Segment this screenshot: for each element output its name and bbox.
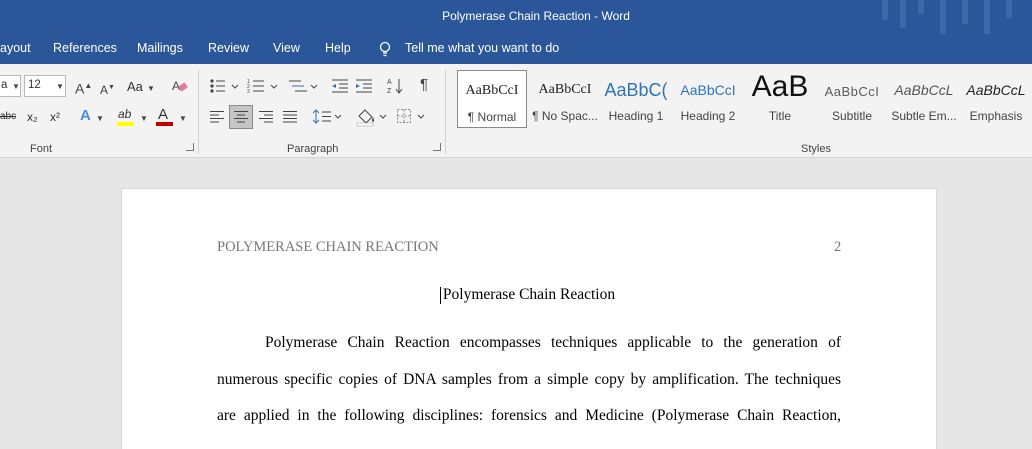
titlebar-decoration xyxy=(984,0,990,34)
chevron-down-icon: ▼ xyxy=(56,82,64,91)
bullets-icon[interactable] xyxy=(209,78,239,94)
style-name: ¶ Normal xyxy=(467,110,517,124)
document-title[interactable]: Polymerase Chain Reaction xyxy=(217,286,841,304)
style-title[interactable]: AaB Title xyxy=(745,70,815,128)
chevron-down-icon[interactable]: ▼ xyxy=(96,113,104,125)
tab-mailings[interactable]: Mailings xyxy=(137,41,183,55)
numbering-icon[interactable]: 1 2 3 xyxy=(247,78,279,94)
text-cursor xyxy=(440,287,441,304)
style-preview: AaBbCcI xyxy=(680,82,736,98)
titlebar-decoration xyxy=(900,0,906,28)
svg-text:A: A xyxy=(172,79,180,93)
body-line[interactable]: are applied in the following disciplines… xyxy=(217,407,841,425)
titlebar-decoration xyxy=(918,0,924,14)
multilevel-list-icon[interactable] xyxy=(287,78,319,94)
paragraph-group-label: Paragraph xyxy=(287,143,339,155)
increase-indent-icon[interactable] xyxy=(355,78,373,94)
style-no-spacing[interactable]: AaBbCcI ¶ No Spac... xyxy=(530,70,600,128)
styles-group-label: Styles xyxy=(801,143,831,155)
font-color-button[interactable]: A xyxy=(158,106,168,123)
style-preview: AaBbCcL xyxy=(966,82,1026,98)
page-number: 2 xyxy=(834,239,842,255)
chevron-down-icon: ▼ xyxy=(12,82,20,91)
style-preview: AaBbCcI xyxy=(538,82,592,97)
shading-icon[interactable] xyxy=(356,107,388,127)
svg-text:3: 3 xyxy=(247,89,250,94)
font-name-value: a xyxy=(1,79,8,91)
sort-icon[interactable]: AZ xyxy=(387,77,405,95)
font-dialog-launcher-icon[interactable] xyxy=(186,143,194,151)
style-emphasis[interactable]: AaBbCcL Emphasis xyxy=(960,70,1032,128)
titlebar-decoration xyxy=(1006,0,1012,18)
style-heading-1[interactable]: AaBbC( Heading 1 xyxy=(601,70,671,128)
body-line[interactable]: Polymerase Chain Reaction encompasses te… xyxy=(217,334,841,352)
ribbon-tab-bar: ayout References Mailings Review View He… xyxy=(0,34,1032,64)
decrease-indent-icon[interactable] xyxy=(331,78,349,94)
tab-layout[interactable]: ayout xyxy=(0,41,31,55)
align-center-button[interactable] xyxy=(229,105,253,129)
chevron-down-icon[interactable]: ▼ xyxy=(179,113,187,125)
style-preview: AaBbCcI xyxy=(465,83,519,98)
highlight-color-bar xyxy=(117,122,134,126)
line-spacing-icon[interactable] xyxy=(313,108,343,126)
text-effects-button[interactable]: A xyxy=(80,107,91,124)
body-line[interactable]: numerous specific copies of DNA samples … xyxy=(217,371,841,389)
style-normal[interactable]: AaBbCcI ¶ Normal xyxy=(457,70,527,128)
style-subtle-emphasis[interactable]: AaBbCcL Subtle Em... xyxy=(889,70,959,128)
change-case-button[interactable]: Aa xyxy=(127,79,143,94)
running-head: POLYMERASE CHAIN REACTION xyxy=(217,239,439,255)
justify-icon[interactable] xyxy=(282,110,298,124)
style-preview: AaB xyxy=(751,70,809,103)
subscript-button[interactable]: x₂ xyxy=(27,110,38,124)
window-title: Polymerase Chain Reaction - Word xyxy=(442,9,630,23)
titlebar-decoration xyxy=(882,0,888,20)
font-color-bar xyxy=(156,122,173,126)
tab-help[interactable]: Help xyxy=(325,41,351,55)
font-size-box[interactable]: 12 ▼ xyxy=(24,75,66,97)
style-preview: AaBbC( xyxy=(604,80,668,100)
font-group-label: Font xyxy=(30,143,53,155)
style-name: Heading 1 xyxy=(608,109,664,123)
style-subtitle[interactable]: AaBbCcI Subtitle xyxy=(817,70,887,128)
font-size-value: 12 xyxy=(28,79,41,91)
align-center-icon xyxy=(234,111,248,123)
style-name: Subtitle xyxy=(831,109,873,123)
shrink-font-icon[interactable]: A▼ xyxy=(100,82,115,96)
tab-review[interactable]: Review xyxy=(208,41,249,55)
paragraph-dialog-launcher-icon[interactable] xyxy=(433,143,441,151)
titlebar-decoration xyxy=(962,0,968,24)
style-preview: AaBbCcL xyxy=(894,82,954,98)
tab-view[interactable]: View xyxy=(273,41,300,55)
strikethrough-button[interactable]: abc xyxy=(0,111,16,122)
group-separator xyxy=(198,70,199,154)
font-name-box[interactable]: a ▼ xyxy=(0,75,21,97)
style-preview: AaBbCcI xyxy=(824,84,880,99)
style-name: Emphasis xyxy=(969,109,1023,123)
show-formatting-marks-icon[interactable]: ¶ xyxy=(420,77,428,92)
borders-icon[interactable] xyxy=(396,108,428,126)
lightbulb-icon xyxy=(379,41,391,57)
tell-me-search[interactable]: Tell me what you want to do xyxy=(405,41,559,55)
group-separator xyxy=(445,70,446,154)
align-right-icon[interactable] xyxy=(258,110,274,124)
style-name: Heading 2 xyxy=(680,109,736,123)
tab-references[interactable]: References xyxy=(53,41,117,55)
chevron-down-icon[interactable]: ▼ xyxy=(147,83,155,95)
style-name: Subtle Em... xyxy=(891,109,957,123)
svg-text:A: A xyxy=(387,79,392,86)
title-bar: Polymerase Chain Reaction - Word xyxy=(0,0,1032,34)
chevron-down-icon[interactable]: ▼ xyxy=(140,113,148,125)
style-heading-2[interactable]: AaBbCcI Heading 2 xyxy=(673,70,743,128)
svg-text:Z: Z xyxy=(387,88,392,95)
superscript-button[interactable]: x² xyxy=(50,110,60,124)
grow-font-icon[interactable]: A▲ xyxy=(75,80,92,95)
style-name: Title xyxy=(768,109,792,123)
clear-formatting-icon[interactable]: A xyxy=(172,78,188,94)
titlebar-decoration xyxy=(940,0,946,34)
align-left-icon[interactable] xyxy=(209,110,225,124)
highlight-button[interactable]: ab xyxy=(118,107,131,121)
style-name: ¶ No Spac... xyxy=(532,109,598,123)
